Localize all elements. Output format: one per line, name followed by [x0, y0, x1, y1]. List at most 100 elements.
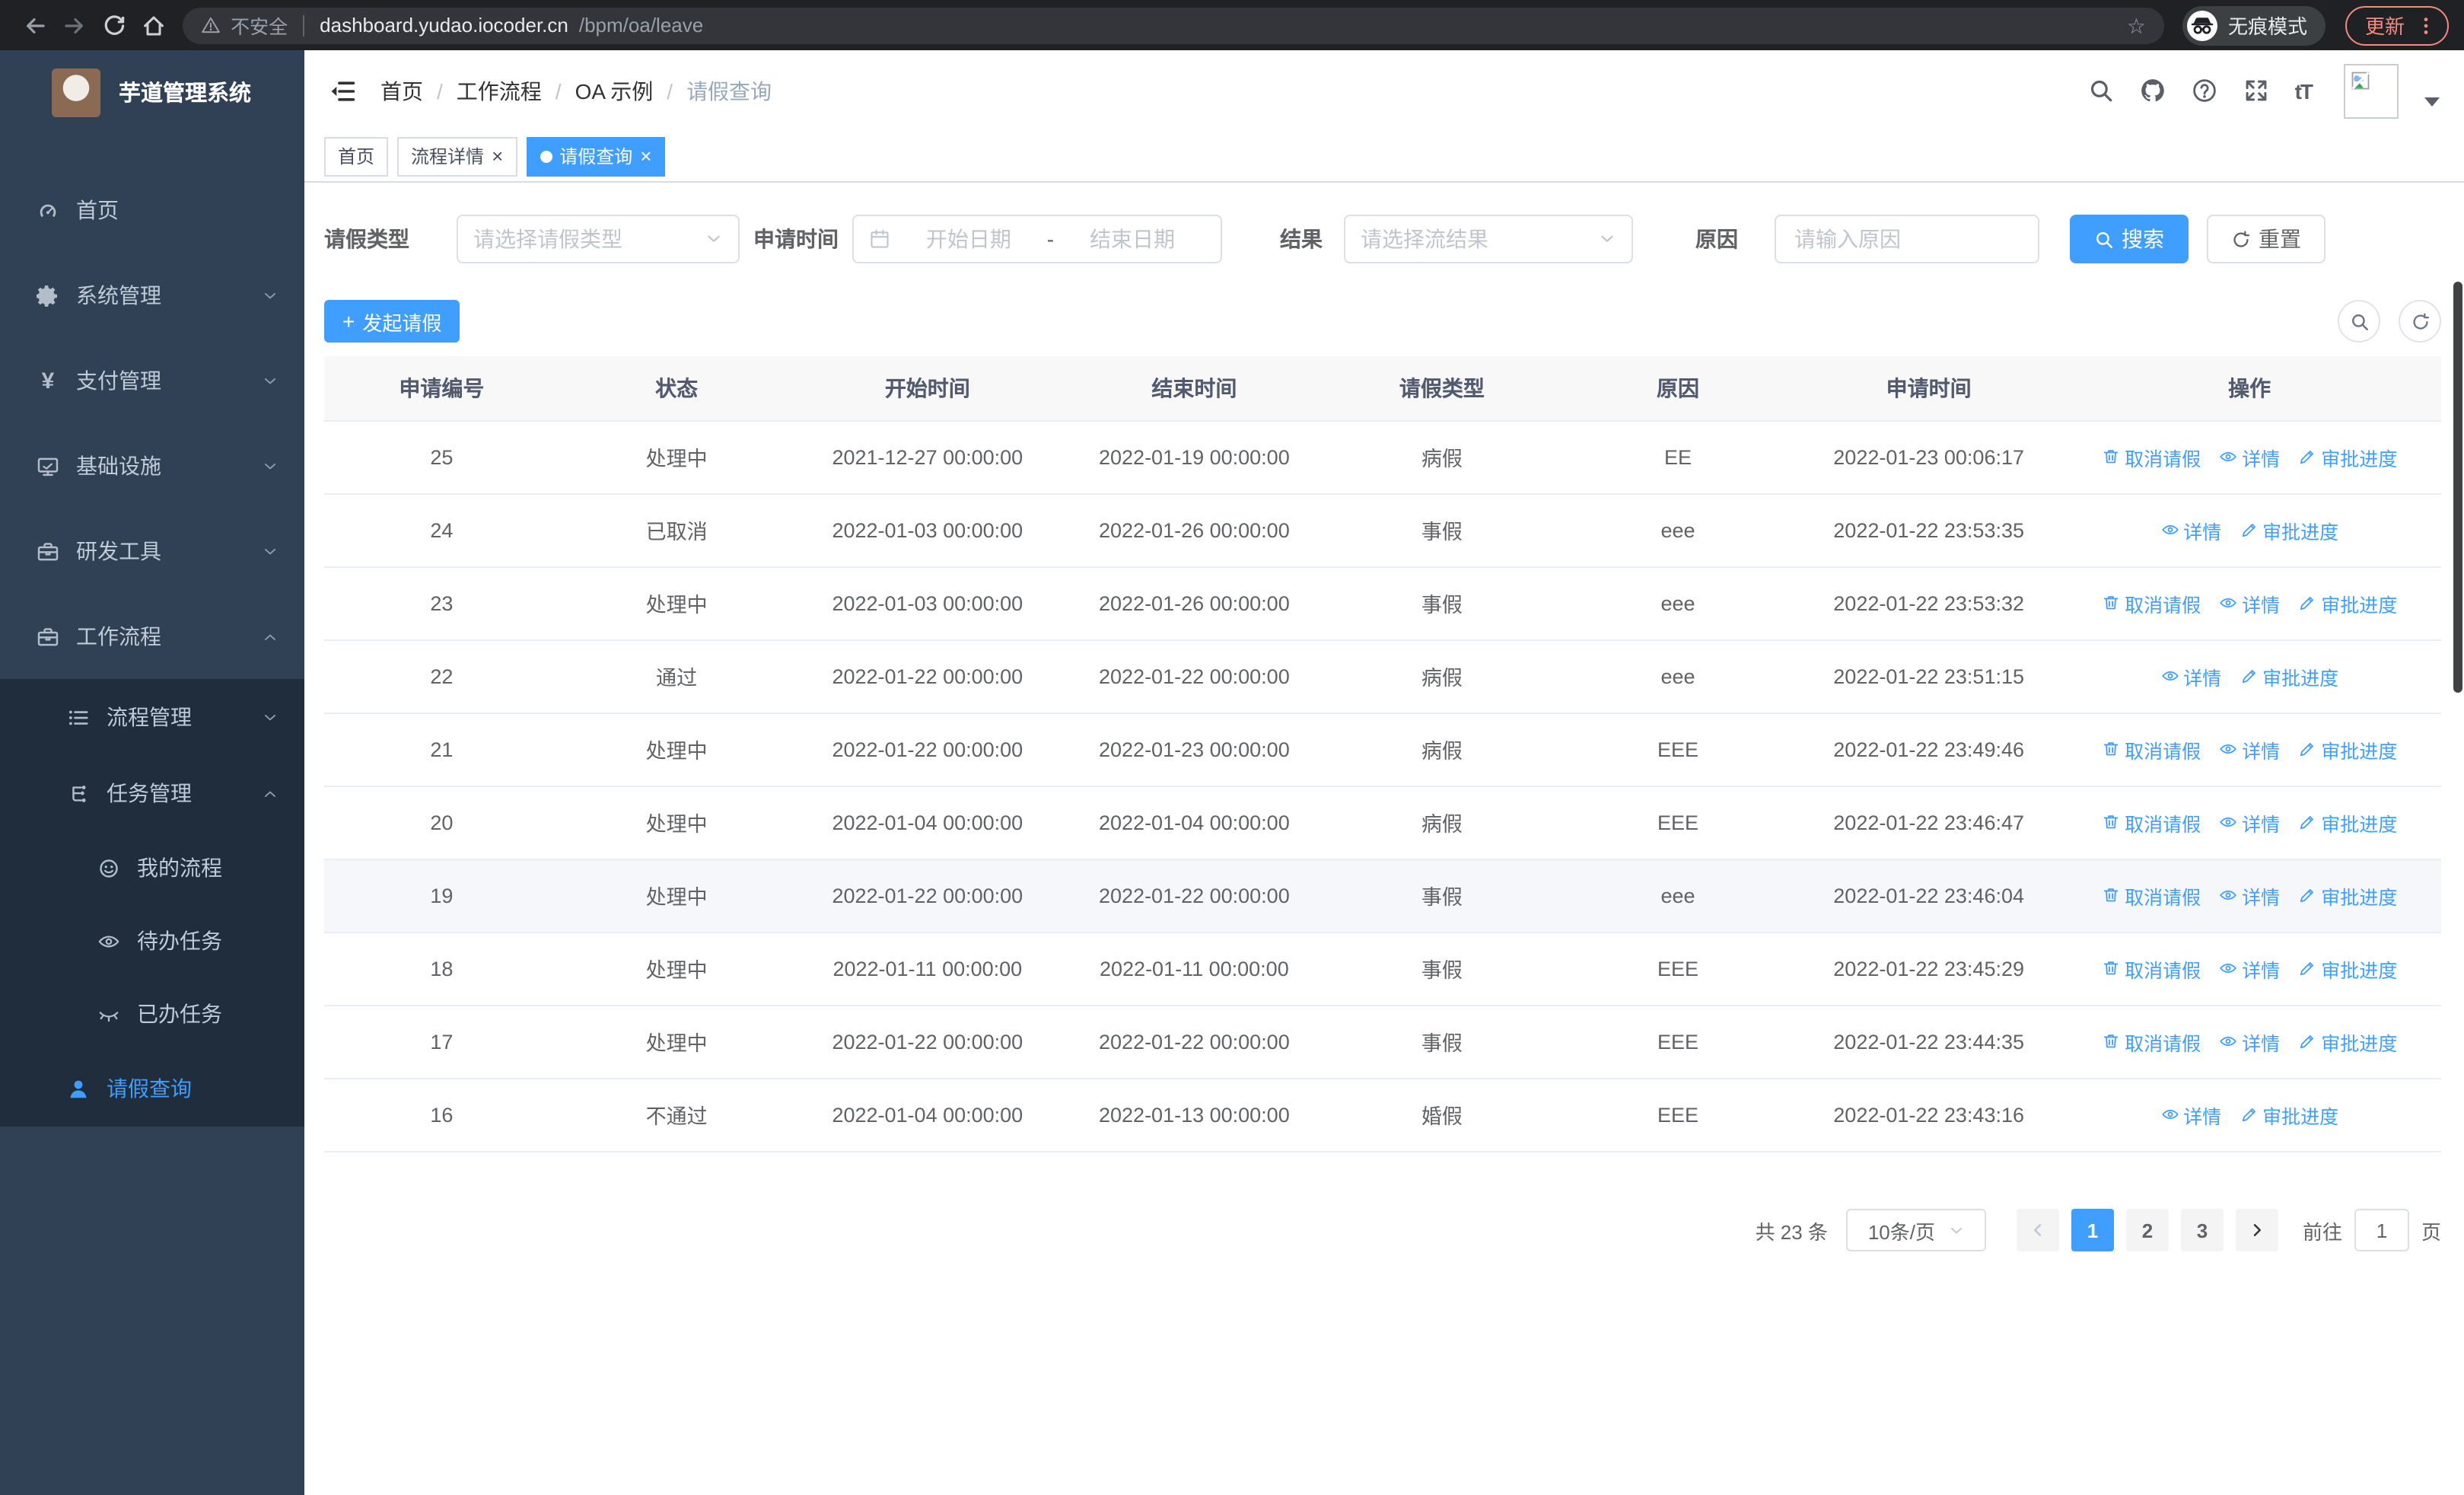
cell-end: 2022-01-22 00:00:00 [1061, 859, 1328, 932]
sidebar-item-task-management[interactable]: 任务管理 [0, 755, 304, 831]
cell-start: 2022-01-03 00:00:00 [794, 493, 1062, 567]
tab-leave-query[interactable]: 请假查询 × [526, 136, 666, 176]
sidebar-item-label: 我的流程 [137, 856, 222, 880]
logo-image [52, 68, 100, 116]
cancel-leave-link[interactable]: 取消请假 [2102, 808, 2201, 837]
cell-actions: 取消请假 详情 审批进度 [2058, 859, 2441, 932]
search-button[interactable]: 搜索 [2070, 215, 2189, 263]
sidebar-item-my-process[interactable]: 我的流程 [0, 831, 304, 904]
progress-link[interactable]: 审批进度 [2240, 661, 2338, 690]
page-size-select[interactable]: 10条/页 [1845, 1209, 1986, 1251]
font-size-icon[interactable]: tT [2295, 78, 2313, 103]
fullscreen-icon[interactable] [2243, 78, 2269, 104]
cancel-leave-link[interactable]: 取消请假 [2102, 881, 2201, 910]
page-button-3[interactable]: 3 [2180, 1209, 2224, 1251]
breadcrumb-item[interactable]: OA 示例 [575, 75, 654, 106]
scrollbar[interactable] [2453, 282, 2462, 693]
column-header: 结束时间 [1061, 356, 1328, 421]
cell-applied: 2022-01-22 23:46:47 [1799, 786, 2058, 859]
github-icon[interactable] [2140, 78, 2166, 104]
page-button-2[interactable]: 2 [2125, 1209, 2169, 1251]
cancel-leave-link[interactable]: 取消请假 [2102, 735, 2201, 763]
sidebar-item-workflow[interactable]: 工作流程 [0, 594, 304, 679]
sidebar: 芋道管理系统 首页 系统管理 ¥ 支付管理 基础设施 研发工具 工作流程 流程管理 任务管理我… [0, 50, 304, 1495]
progress-link[interactable]: 审批进度 [2298, 735, 2397, 763]
detail-link[interactable]: 详情 [2160, 1100, 2221, 1129]
sidebar-item-home[interactable]: 首页 [0, 167, 304, 253]
avatar[interactable] [2344, 63, 2399, 118]
show-search-toggle-button[interactable] [2338, 300, 2380, 343]
refresh-table-button[interactable] [2399, 300, 2441, 343]
action-label: 详情 [2242, 594, 2281, 616]
close-icon[interactable]: × [492, 146, 503, 166]
cancel-leave-link[interactable]: 取消请假 [2102, 442, 2201, 471]
progress-link[interactable]: 审批进度 [2298, 588, 2397, 617]
chevron-up-icon [262, 785, 279, 802]
page-button-1[interactable]: 1 [2071, 1209, 2114, 1251]
search-icon[interactable] [2088, 78, 2114, 104]
detail-link[interactable]: 详情 [2219, 588, 2280, 617]
detail-link[interactable]: 详情 [2219, 881, 2280, 910]
pen-icon [2298, 740, 2316, 758]
help-icon[interactable] [2192, 78, 2217, 104]
detail-link[interactable]: 详情 [2160, 515, 2221, 544]
next-page-button[interactable] [2235, 1209, 2278, 1251]
collapse-sidebar-icon[interactable] [329, 77, 356, 104]
tab-process-detail[interactable]: 流程详情 × [397, 136, 517, 176]
browser-reload-button[interactable] [94, 5, 134, 45]
close-icon[interactable]: × [640, 146, 651, 166]
sidebar-item-payment-management[interactable]: ¥ 支付管理 [0, 338, 304, 423]
reason-label: 原因 [1695, 227, 1738, 251]
address-bar[interactable]: 不安全 dashboard.yudao.iocoder.cn /bpm/oa/l… [182, 7, 2164, 43]
pen-icon [2298, 886, 2316, 904]
browser-home-button[interactable] [133, 5, 173, 45]
breadcrumb-item[interactable]: 首页 [380, 75, 423, 106]
cancel-leave-link[interactable]: 取消请假 [2102, 588, 2201, 617]
browser-back-button[interactable] [15, 5, 55, 45]
plus-icon: + [342, 309, 355, 333]
sidebar-item-process-management[interactable]: 流程管理 [0, 679, 304, 755]
detail-link[interactable]: 详情 [2219, 1027, 2280, 1056]
detail-link[interactable]: 详情 [2219, 735, 2280, 763]
sidebar-item-todo-tasks[interactable]: 待办任务 [0, 904, 304, 977]
person-icon [67, 1077, 90, 1100]
sidebar-item-dev-tools[interactable]: 研发工具 [0, 508, 304, 594]
sidebar-item-leave-query[interactable]: 请假查询 [0, 1050, 304, 1127]
tab-home[interactable]: 首页 [324, 136, 389, 176]
browser-menu-dots-icon[interactable] [2415, 14, 2437, 36]
cancel-leave-link[interactable]: 取消请假 [2102, 954, 2201, 983]
action-label: 详情 [2242, 887, 2281, 908]
browser-update-button[interactable]: 更新 [2345, 5, 2450, 45]
action-label: 审批进度 [2321, 1033, 2398, 1054]
progress-link[interactable]: 审批进度 [2298, 808, 2397, 837]
prev-page-button[interactable] [2016, 1209, 2059, 1251]
leave-type-select[interactable]: 请选择请假类型 [457, 215, 740, 263]
cancel-leave-link[interactable]: 取消请假 [2102, 1027, 2201, 1056]
search-icon [2349, 311, 2369, 331]
action-label: 审批进度 [2321, 960, 2398, 981]
apply-time-range-picker[interactable]: 开始日期 - 结束日期 [852, 215, 1222, 263]
progress-link[interactable]: 审批进度 [2298, 442, 2397, 471]
progress-link[interactable]: 审批进度 [2298, 1027, 2397, 1056]
detail-link[interactable]: 详情 [2160, 661, 2221, 690]
progress-link[interactable]: 审批进度 [2240, 1100, 2338, 1129]
goto-page-input[interactable]: 1 [2354, 1209, 2409, 1251]
detail-link[interactable]: 详情 [2219, 808, 2280, 837]
sidebar-item-done-tasks[interactable]: 已办任务 [0, 977, 304, 1050]
bookmark-star-icon[interactable]: ☆ [2127, 14, 2146, 36]
cell-end: 2022-01-04 00:00:00 [1061, 786, 1328, 859]
breadcrumb-item[interactable]: 工作流程 [457, 75, 542, 106]
result-select[interactable]: 请选择流结果 [1344, 215, 1633, 263]
sidebar-item-system-management[interactable]: 系统管理 [0, 253, 304, 338]
reset-button[interactable]: 重置 [2207, 215, 2326, 263]
progress-link[interactable]: 审批进度 [2298, 954, 2397, 983]
progress-link[interactable]: 审批进度 [2298, 881, 2397, 910]
caret-down-icon[interactable] [2424, 97, 2440, 106]
browser-forward-button[interactable] [55, 5, 94, 45]
progress-link[interactable]: 审批进度 [2240, 515, 2338, 544]
reason-input[interactable]: 请输入原因 [1775, 215, 2039, 263]
sidebar-item-infrastructure[interactable]: 基础设施 [0, 423, 304, 508]
detail-link[interactable]: 详情 [2219, 442, 2280, 471]
create-leave-button[interactable]: + 发起请假 [324, 300, 460, 343]
detail-link[interactable]: 详情 [2219, 954, 2280, 983]
